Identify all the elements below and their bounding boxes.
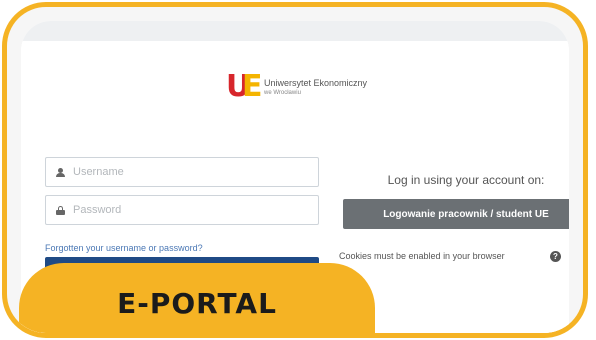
- user-icon: [56, 167, 65, 177]
- university-logo: U E Uniwersytet Ekonomiczny we Wrocławiu: [226, 71, 367, 103]
- eportal-badge: E-PORTAL: [19, 263, 375, 333]
- university-city: we Wrocławiu: [264, 90, 301, 96]
- badge-label: E-PORTAL: [117, 287, 277, 320]
- logo-text: Uniwersytet Ekonomiczny we Wrocławiu: [264, 78, 367, 96]
- lock-icon: [56, 205, 65, 215]
- username-field[interactable]: [45, 157, 319, 187]
- sso-login-button[interactable]: Logowanie pracownik / student UE: [343, 199, 569, 229]
- browser-top-strip: [21, 21, 569, 41]
- password-field[interactable]: [45, 195, 319, 225]
- password-input[interactable]: [71, 203, 295, 217]
- sso-heading: Log in using your account on:: [387, 173, 545, 187]
- username-input[interactable]: [71, 165, 295, 179]
- rounded-frame: U E Uniwersytet Ekonomiczny we Wrocławiu…: [2, 2, 588, 338]
- cookies-notice: Cookies must be enabled in your browser: [339, 251, 505, 261]
- question-circle-icon[interactable]: ?: [550, 251, 561, 262]
- forgot-password-link[interactable]: Forgotten your username or password?: [45, 243, 203, 253]
- logo-letter-e: E: [242, 69, 263, 104]
- university-name: Uniwersytet Ekonomiczny: [264, 78, 368, 88]
- ue-logo-mark: U E: [226, 71, 263, 103]
